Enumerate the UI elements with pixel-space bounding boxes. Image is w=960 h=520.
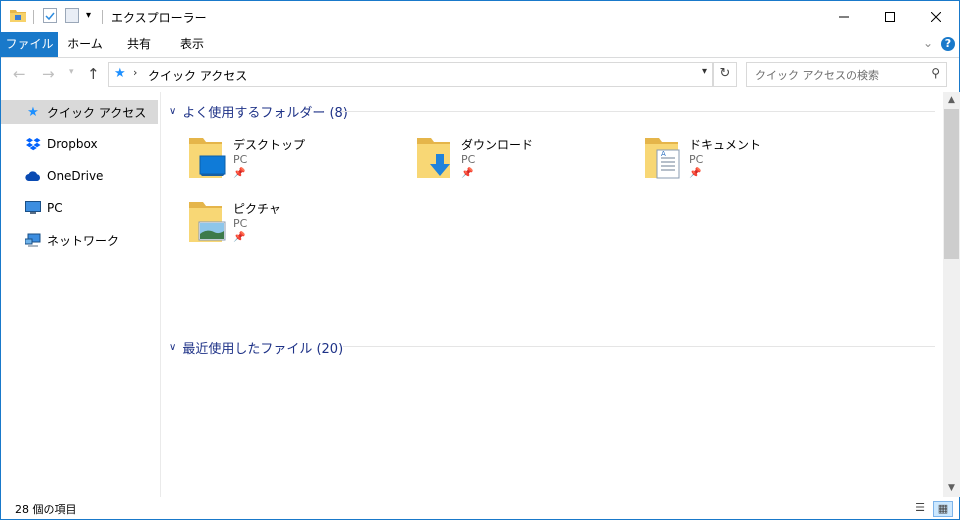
network-icon bbox=[25, 233, 41, 247]
breadcrumb[interactable]: クイック アクセス bbox=[148, 67, 247, 84]
tab-home[interactable]: ホーム bbox=[60, 32, 110, 57]
pictures-folder-icon bbox=[187, 200, 227, 244]
chevron-down-icon[interactable]: ∨ bbox=[169, 342, 176, 353]
pin-icon: 📌 bbox=[689, 168, 702, 179]
help-icon[interactable]: ? bbox=[941, 37, 955, 51]
downloads-folder-icon bbox=[415, 136, 455, 180]
folder-tile-documents[interactable]: A ドキュメント PC 📌 bbox=[643, 136, 843, 196]
sidebar-item-dropbox[interactable]: Dropbox bbox=[1, 132, 158, 156]
window-title: エクスプローラー bbox=[111, 11, 207, 25]
folder-location: PC bbox=[689, 153, 704, 166]
properties-icon[interactable] bbox=[43, 8, 57, 23]
minimize-button[interactable] bbox=[821, 1, 867, 32]
sidebar-item-label: OneDrive bbox=[47, 169, 104, 183]
sidebar-item-label: Dropbox bbox=[47, 137, 98, 151]
search-box[interactable]: ⚲ bbox=[746, 62, 947, 87]
scroll-down-icon[interactable]: ▼ bbox=[943, 480, 960, 497]
sidebar-item-label: クイック アクセス bbox=[47, 105, 147, 120]
up-button[interactable]: ↑ bbox=[87, 65, 100, 83]
forward-button[interactable]: → bbox=[42, 65, 55, 83]
expand-ribbon-icon[interactable]: ⌄ bbox=[923, 36, 933, 50]
close-button[interactable] bbox=[913, 1, 959, 32]
ribbon-tabs: ファイル ホーム 共有 表示 ⌄ ? bbox=[1, 32, 959, 58]
refresh-button[interactable]: ↻ bbox=[713, 62, 737, 87]
folder-name: ダウンロード bbox=[461, 138, 534, 152]
group-title: 最近使用したファイル (20) bbox=[182, 342, 344, 357]
tab-view[interactable]: 表示 bbox=[167, 32, 217, 57]
address-bar[interactable]: ★ › クイック アクセス ▾ bbox=[108, 62, 713, 87]
search-input[interactable] bbox=[753, 65, 922, 85]
new-folder-icon[interactable] bbox=[65, 8, 79, 23]
folder-location: PC bbox=[233, 217, 248, 230]
sidebar-item-label: PC bbox=[47, 201, 63, 215]
recent-locations-icon[interactable]: ▾ bbox=[69, 67, 74, 77]
sidebar-item-onedrive[interactable]: OneDrive bbox=[1, 164, 158, 188]
folder-tile-pictures[interactable]: ピクチャ PC 📌 bbox=[187, 200, 387, 260]
folder-tile-downloads[interactable]: ダウンロード PC 📌 bbox=[415, 136, 615, 196]
folder-name: ピクチャ bbox=[233, 202, 281, 216]
group-title: よく使用するフォルダー (8) bbox=[182, 106, 348, 121]
status-bar: 28 個の項目 ☰ ▦ bbox=[1, 497, 959, 519]
customize-toolbar-icon[interactable]: ▾ bbox=[86, 10, 91, 21]
breadcrumb-separator-icon[interactable]: › bbox=[133, 66, 137, 79]
folder-tile-desktop[interactable]: デスクトップ PC 📌 bbox=[187, 136, 387, 196]
desktop-folder-icon bbox=[187, 136, 227, 180]
item-count: 28 個の項目 bbox=[15, 503, 77, 516]
explorer-window: ▾ エクスプローラー ファイル ホーム 共有 表示 ⌄ ? ← → ▾ ↑ ★ … bbox=[0, 0, 960, 520]
pc-icon bbox=[25, 201, 41, 215]
view-switcher: ☰ ▦ bbox=[907, 501, 953, 517]
star-icon: ★ bbox=[114, 66, 126, 81]
group-header-frequent[interactable]: ∨ よく使用するフォルダー (8) bbox=[169, 102, 348, 121]
sidebar-item-label: ネットワーク bbox=[47, 233, 120, 248]
pin-icon: 📌 bbox=[233, 168, 246, 179]
pin-icon: 📌 bbox=[233, 232, 246, 243]
sidebar-item-pc[interactable]: PC bbox=[1, 196, 158, 220]
onedrive-icon bbox=[25, 171, 41, 181]
maximize-button[interactable] bbox=[867, 1, 913, 32]
chevron-down-icon[interactable]: ∨ bbox=[169, 106, 176, 117]
folder-app-icon bbox=[10, 8, 26, 22]
details-view-icon[interactable]: ☰ bbox=[911, 501, 929, 515]
dropbox-icon bbox=[25, 137, 41, 151]
navigation-bar: ← → ▾ ↑ ★ › クイック アクセス ▾ ↻ ⚲ bbox=[1, 58, 959, 91]
group-header-recent[interactable]: ∨ 最近使用したファイル (20) bbox=[169, 338, 343, 357]
back-button[interactable]: ← bbox=[13, 65, 26, 83]
navigation-pane: ★ クイック アクセス Dropbox OneDrive PC ネットワーク bbox=[1, 92, 161, 497]
vertical-scrollbar[interactable]: ▲ ▼ bbox=[943, 92, 960, 497]
scroll-up-icon[interactable]: ▲ bbox=[943, 92, 960, 109]
documents-folder-icon: A bbox=[643, 136, 683, 180]
search-icon[interactable]: ⚲ bbox=[931, 66, 940, 80]
tab-file[interactable]: ファイル bbox=[1, 32, 58, 57]
folder-location: PC bbox=[461, 153, 476, 166]
star-icon: ★ bbox=[27, 104, 39, 120]
title-bar: ▾ エクスプローラー bbox=[1, 1, 959, 32]
pin-icon: 📌 bbox=[461, 168, 474, 179]
sidebar-item-quick-access[interactable]: ★ クイック アクセス bbox=[1, 100, 158, 124]
tab-share[interactable]: 共有 bbox=[114, 32, 164, 57]
content-pane: ∨ よく使用するフォルダー (8) デスクトップ PC 📌 ダウンロード PC … bbox=[161, 92, 943, 497]
svg-text:A: A bbox=[661, 150, 666, 158]
folder-name: ドキュメント bbox=[689, 138, 762, 152]
large-icons-view-icon[interactable]: ▦ bbox=[933, 501, 953, 517]
scrollbar-thumb[interactable] bbox=[944, 109, 959, 259]
address-dropdown-icon[interactable]: ▾ bbox=[702, 66, 707, 77]
folder-name: デスクトップ bbox=[233, 138, 306, 152]
sidebar-item-network[interactable]: ネットワーク bbox=[1, 228, 158, 252]
folder-location: PC bbox=[233, 153, 248, 166]
